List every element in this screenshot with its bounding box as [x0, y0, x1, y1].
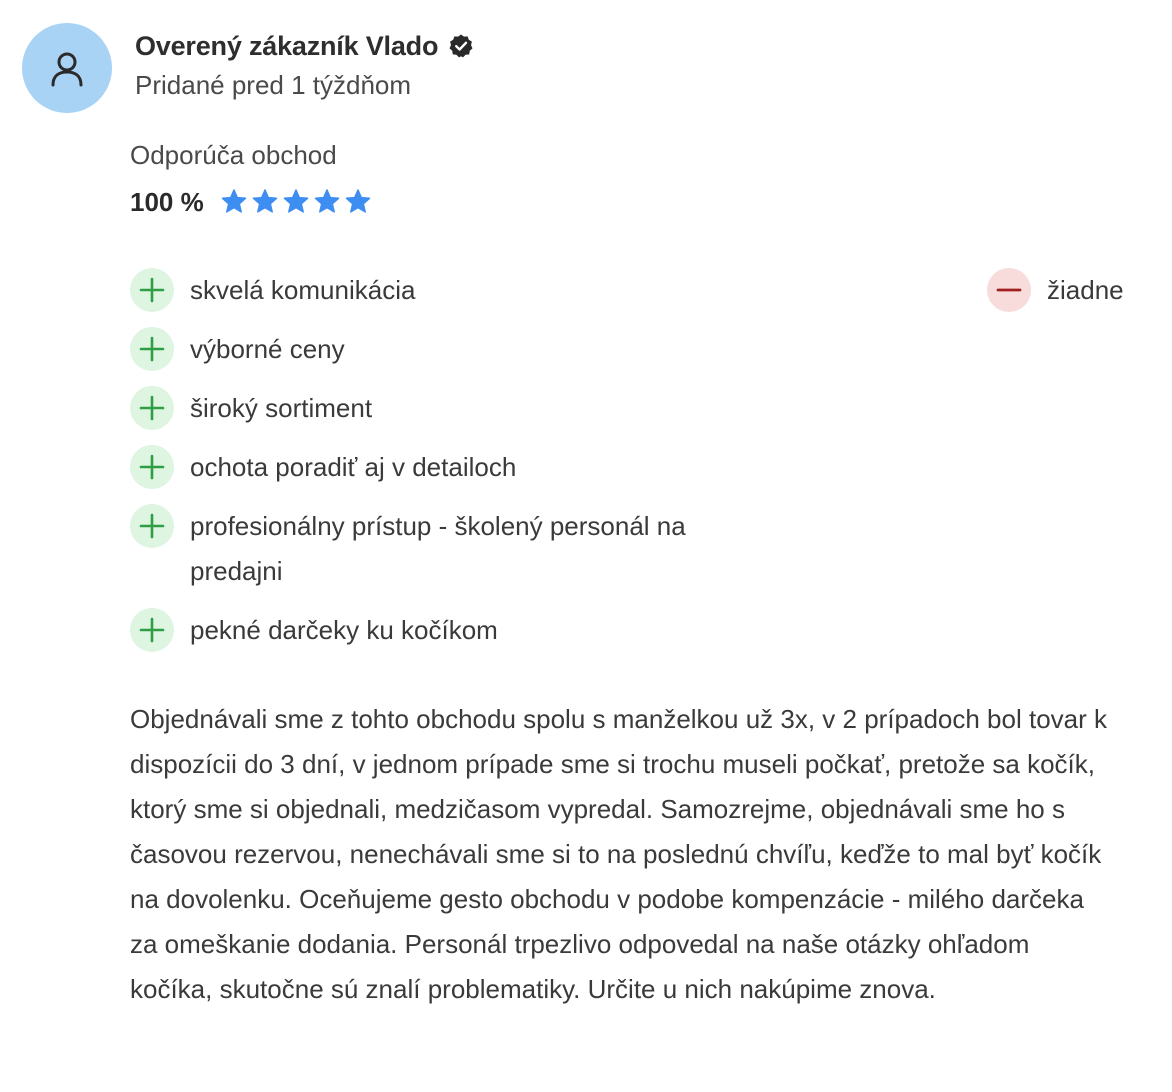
recommend-label: Odporúča obchod — [130, 140, 337, 170]
star-icon — [282, 188, 310, 216]
star-icon — [313, 188, 341, 216]
star-icon — [251, 188, 279, 216]
star-rating — [220, 188, 372, 216]
added-date: Pridané pred 1 týždňom — [135, 70, 412, 100]
rating-row: 100 % — [130, 184, 372, 220]
review-card: Overený zákazník Vlado Pridané pred 1 tý… — [0, 0, 1172, 1092]
star-icon — [220, 188, 248, 216]
avatar — [22, 23, 112, 113]
plus-icon — [130, 504, 174, 548]
plus-icon — [130, 268, 174, 312]
pros-list: skvelá komunikácia výborné ceny široký sor… — [130, 268, 770, 667]
pro-text: výborné ceny — [190, 334, 345, 364]
pro-item: ochota poradiť aj v detailoch — [130, 445, 770, 490]
pro-text: pekné darčeky ku kočíkom — [190, 615, 498, 645]
user-icon — [47, 48, 87, 88]
plus-icon — [130, 386, 174, 430]
recommend-percent: 100 % — [130, 186, 204, 217]
plus-icon — [130, 327, 174, 371]
author-line: Overený zákazník Vlado — [135, 28, 474, 64]
plus-icon — [130, 608, 174, 652]
pro-item: pekné darčeky ku kočíkom — [130, 608, 770, 653]
pro-item: skvelá komunikácia — [130, 268, 770, 313]
con-text: žiadne — [1047, 275, 1124, 305]
star-icon — [344, 188, 372, 216]
pro-text: profesionálny prístup - školený personál… — [190, 511, 686, 586]
pro-text: ochota poradiť aj v detailoch — [190, 452, 517, 482]
minus-icon — [987, 268, 1031, 312]
cons-list: žiadne — [987, 268, 1124, 313]
pro-item: široký sortiment — [130, 386, 770, 431]
con-item: žiadne — [987, 268, 1124, 313]
plus-icon — [130, 445, 174, 489]
pro-item: profesionálny prístup - školený personál… — [130, 504, 770, 594]
check-badge-icon — [448, 33, 474, 59]
pro-text: široký sortiment — [190, 393, 373, 423]
pro-text: skvelá komunikácia — [190, 275, 416, 305]
author-name: Overený zákazník Vlado — [135, 30, 439, 61]
pro-item: výborné ceny — [130, 327, 770, 372]
review-text: Objednávali sme z tohto obchodu spolu s … — [130, 704, 1108, 1004]
